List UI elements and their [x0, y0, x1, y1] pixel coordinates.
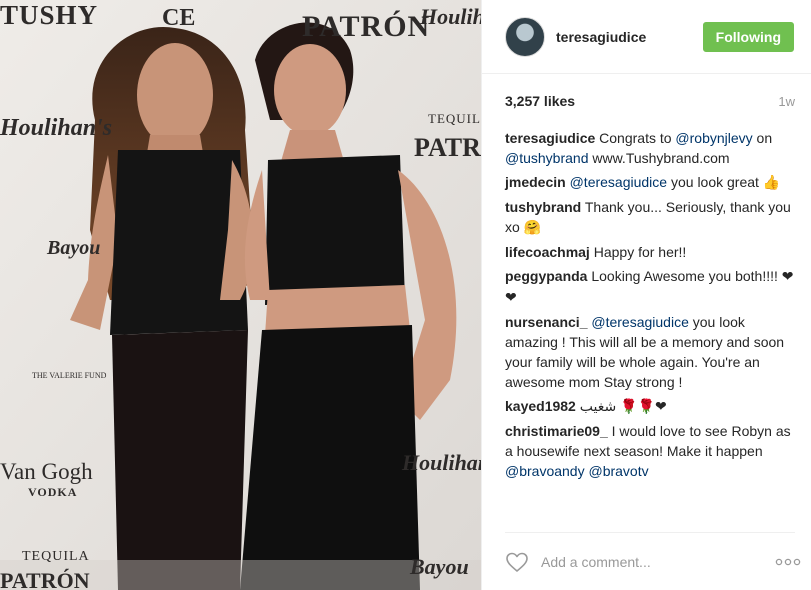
- mention-link[interactable]: @teresagiudice: [591, 314, 689, 330]
- comment-text: you look great: [667, 174, 763, 190]
- backdrop-logo: PATRÓ: [414, 133, 481, 162]
- comment-item: teresagiudice Congrats to @robynjlevy on…: [505, 128, 795, 168]
- mention-link[interactable]: @robynjlevy: [675, 130, 752, 146]
- comment-item: nursenanci_ @teresagiudice you look amaz…: [505, 312, 795, 392]
- instagram-post: TUSHY CE PATRÓN Houlihan's Houlihan's TE…: [0, 0, 811, 590]
- hug-emoji: 🤗: [523, 220, 542, 236]
- comment-username[interactable]: tushybrand: [505, 199, 581, 215]
- ellipsis-icon[interactable]: [775, 557, 801, 567]
- backdrop-logo: PATRÓN: [0, 568, 90, 590]
- backdrop-logo: Houlihan's: [420, 4, 481, 29]
- likes-count[interactable]: 3,257 likes: [505, 93, 575, 109]
- post-author-username[interactable]: teresagiudice: [556, 29, 646, 45]
- mention-link[interactable]: @tushybrand: [505, 150, 588, 166]
- comment-text: Happy for her!!: [593, 244, 687, 260]
- comment-item: kayed1982 شغيب 🌹🌹❤: [505, 396, 795, 417]
- backdrop-logo: TUSHY: [0, 0, 99, 30]
- comment-text: Looking Awesome you both!!!!: [591, 268, 782, 284]
- comment-text: شغيب: [579, 398, 621, 414]
- post-photo[interactable]: TUSHY CE PATRÓN Houlihan's Houlihan's TE…: [0, 0, 481, 590]
- backdrop-logo: Bayou: [410, 554, 469, 579]
- photo-illustration: [0, 0, 481, 590]
- comment-bar: [505, 532, 801, 590]
- comment-username[interactable]: jmedecin: [505, 174, 566, 190]
- post-header: teresagiudice Following: [482, 0, 811, 74]
- backdrop-logo: VODKA: [28, 485, 78, 499]
- comment-username[interactable]: nursenanci_: [505, 314, 587, 330]
- post-side-panel: teresagiudice Following 3,257 likes 1w t…: [481, 0, 811, 590]
- comment-item: tushybrand Thank you... Seriously, thank…: [505, 197, 795, 238]
- backdrop-logo: Houlihan's: [402, 450, 481, 475]
- thumbs-up-emoji: 👍: [762, 175, 781, 191]
- avatar[interactable]: [505, 16, 545, 57]
- comment-text: on: [752, 130, 773, 146]
- post-stats: 3,257 likes 1w: [505, 93, 795, 109]
- following-button[interactable]: Following: [702, 21, 794, 52]
- mention-link[interactable]: @teresagiudice: [570, 174, 668, 190]
- comment-item: christimarie09_ I would love to see Roby…: [505, 421, 795, 481]
- add-comment-input[interactable]: [541, 553, 775, 570]
- roses-heart-emoji: 🌹🌹❤: [620, 399, 667, 415]
- backdrop-logo: TEQUILA: [428, 111, 481, 126]
- heart-outline-icon[interactable]: [505, 550, 529, 574]
- comment-username[interactable]: christimarie09_: [505, 423, 608, 439]
- comment-username[interactable]: kayed1982: [505, 398, 576, 414]
- mention-link[interactable]: @bravoandy: [505, 463, 585, 479]
- mention-link[interactable]: @bravotv: [588, 463, 648, 479]
- backdrop-logo: Houlihan's: [0, 115, 113, 141]
- comment-username[interactable]: peggypanda: [505, 268, 587, 284]
- comment-item: peggypanda Looking Awesome you both!!!! …: [505, 266, 795, 308]
- backdrop-logo: THE VALERIE FUND: [32, 371, 107, 380]
- backdrop-logo: Bayou: [47, 237, 101, 259]
- backdrop-logo: CE: [162, 5, 196, 31]
- comment-text: www.Tushybrand.com: [588, 150, 730, 166]
- backdrop-logo: PATRÓN: [302, 10, 431, 43]
- comment-username[interactable]: teresagiudice: [505, 130, 595, 146]
- comment-username[interactable]: lifecoachmaj: [505, 244, 590, 260]
- comment-item: jmedecin @teresagiudice you look great 👍: [505, 172, 795, 193]
- comment-text: Congrats to: [599, 130, 676, 146]
- backdrop-logo: TEQUILA: [22, 549, 90, 564]
- comments-list: teresagiudice Congrats to @robynjlevy on…: [505, 128, 795, 485]
- post-timestamp[interactable]: 1w: [778, 94, 795, 109]
- backdrop-logo: Van Gogh: [0, 459, 93, 484]
- comment-item: lifecoachmaj Happy for her!!: [505, 242, 795, 262]
